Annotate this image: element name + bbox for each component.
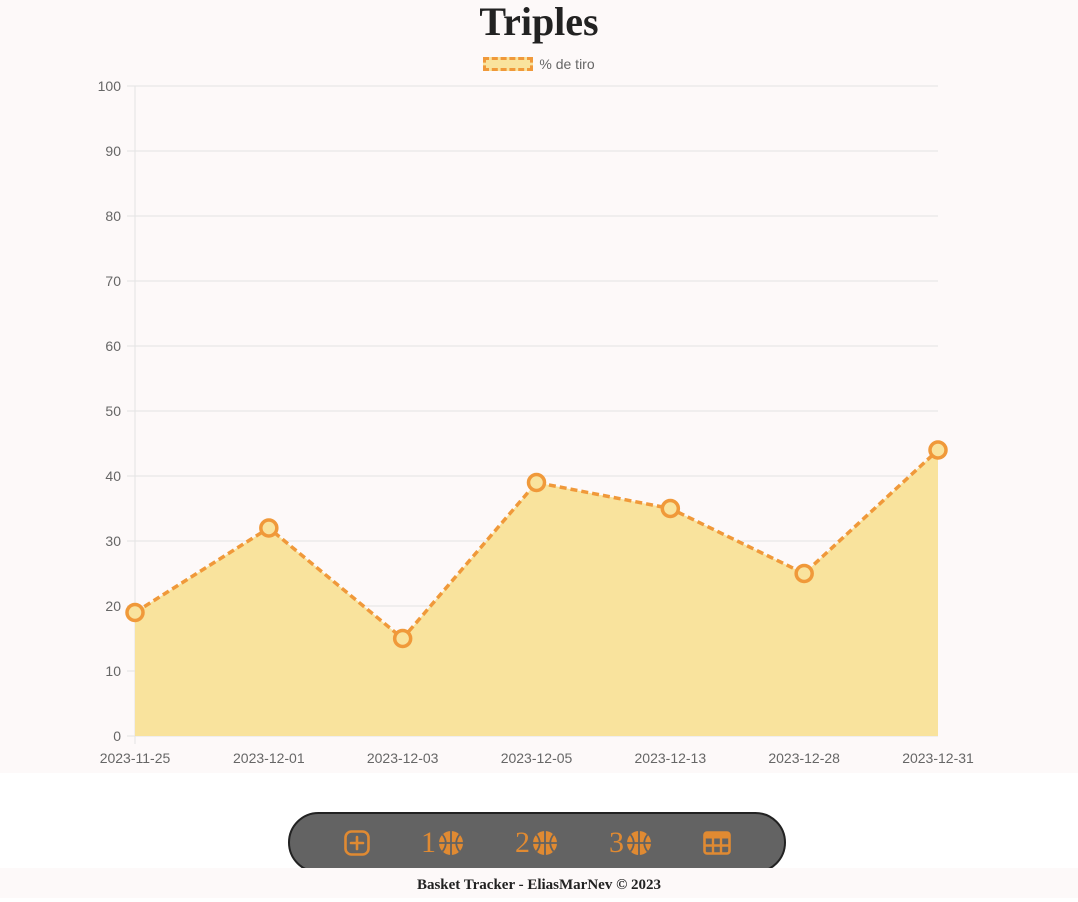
x-tick-label: 2023-12-03 — [367, 750, 439, 766]
chart-svg: 0 10 20 30 40 50 60 70 80 90 100 2023-11-25 2023-12-… — [98, 78, 974, 766]
nav-three-label: 3 — [609, 825, 624, 859]
data-point[interactable] — [125, 602, 145, 623]
nav-table-button[interactable] — [703, 830, 731, 855]
bottom-nav: 1 2 3 — [288, 812, 786, 873]
y-tick-label: 60 — [105, 338, 121, 354]
nav-two-label: 2 — [515, 825, 530, 859]
basketball-icon — [439, 830, 463, 855]
x-tick-label: 2023-11-25 — [100, 750, 171, 766]
data-point[interactable] — [259, 518, 279, 538]
area-layer — [134, 448, 940, 736]
x-tick-label: 2023-12-28 — [768, 750, 840, 766]
basketball-icon — [627, 830, 651, 855]
series-area-fill — [135, 450, 938, 736]
footer: Basket Tracker - EliasMarNev © 2023 — [0, 868, 1078, 898]
nav-one-label: 1 — [421, 825, 436, 859]
y-tick-label: 70 — [105, 273, 121, 289]
nav-add-button[interactable] — [343, 829, 371, 857]
basketball-icon — [533, 830, 557, 855]
data-point[interactable] — [928, 440, 948, 460]
nav-two-point-button[interactable]: 2 — [515, 825, 559, 859]
x-tick-label: 2023-12-13 — [635, 750, 707, 766]
nav-one-point-button[interactable]: 1 — [421, 825, 465, 859]
y-tick-label: 20 — [105, 598, 121, 614]
y-tick-label: 0 — [113, 728, 121, 744]
data-point[interactable] — [660, 498, 681, 519]
x-tick-label: 2023-12-31 — [902, 750, 974, 766]
nav-three-point-button[interactable]: 3 — [609, 825, 653, 859]
y-tick-label: 30 — [105, 533, 121, 549]
data-point[interactable] — [526, 472, 547, 493]
y-tick-label: 80 — [105, 208, 121, 224]
x-tick-label: 2023-12-01 — [233, 750, 305, 766]
y-tick-label: 90 — [105, 143, 121, 159]
data-point[interactable] — [392, 628, 413, 649]
data-point[interactable] — [794, 563, 814, 584]
table-grid-icon — [703, 830, 731, 855]
add-square-icon — [344, 829, 370, 856]
y-tick-label: 50 — [105, 403, 121, 419]
y-tick-label: 10 — [105, 663, 121, 679]
y-tick-label: 100 — [98, 78, 122, 94]
y-tick-label: 40 — [105, 468, 121, 484]
chart-panel: Triples % de tiro 0 10 20 30 40 50 60 70 80 90 100… — [0, 0, 1078, 773]
x-tick-label: 2023-12-05 — [501, 750, 573, 766]
